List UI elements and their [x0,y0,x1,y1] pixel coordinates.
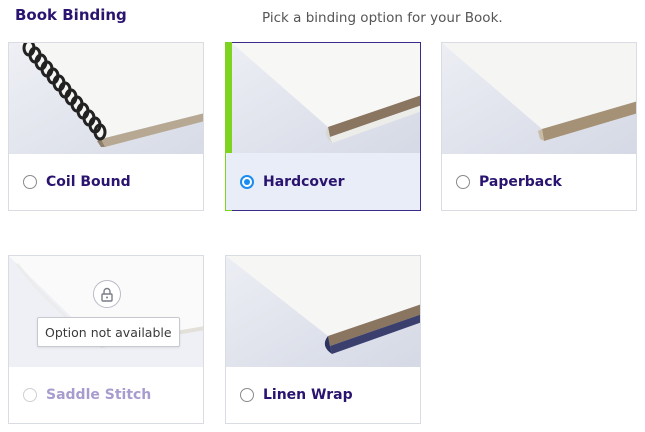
binding-option-hardcover[interactable]: Hardcover [225,42,421,211]
card-footer: Saddle Stitch [9,366,203,423]
radio-coil-bound[interactable] [23,174,37,189]
section-title: Book Binding [15,6,127,24]
linen-wrap-book-image [226,256,420,367]
binding-option-paperback[interactable]: Paperback [441,42,637,211]
radio-hardcover[interactable] [240,174,254,189]
card-footer: Paperback [442,153,636,210]
section-subtitle: Pick a binding option for your Book. [262,10,503,26]
radio-paperback[interactable] [456,174,470,189]
option-not-available-tooltip: Option not available [37,317,180,347]
card-footer: Hardcover [226,153,420,210]
coil-bound-book-image [9,43,203,154]
binding-option-coil-bound[interactable]: Coil Bound [8,42,204,211]
option-label-saddle-stitch: Saddle Stitch [46,386,152,403]
card-footer: Coil Bound [9,153,203,210]
hardcover-book-image [232,43,420,154]
option-label-coil-bound: Coil Bound [46,173,131,190]
card-footer: Linen Wrap [226,366,420,423]
option-label-hardcover: Hardcover [263,173,345,190]
option-label-paperback: Paperback [479,173,562,190]
radio-linen-wrap[interactable] [240,387,254,402]
binding-option-linen-wrap[interactable]: Linen Wrap [225,255,421,424]
radio-saddle-stitch [23,387,37,402]
lock-icon [93,280,121,308]
saddle-stitch-book-image: Option not available [9,256,203,367]
paperback-book-image [442,43,636,154]
option-label-linen-wrap: Linen Wrap [263,386,353,403]
binding-option-saddle-stitch: Option not available Saddle Stitch [8,255,204,424]
